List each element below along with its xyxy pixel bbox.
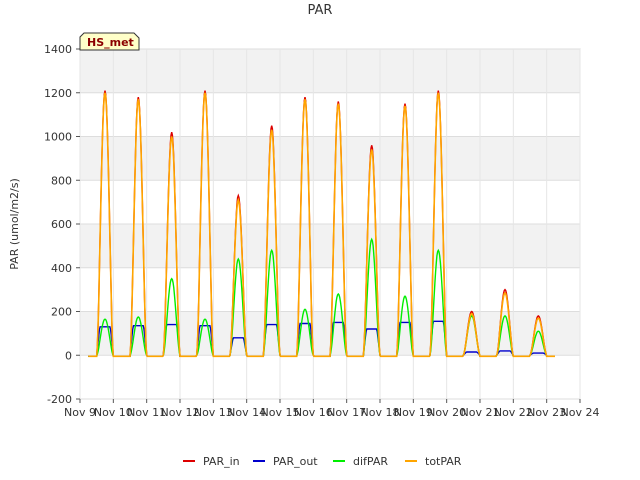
legend-label: PAR_out bbox=[273, 455, 318, 468]
y-tick-label: 800 bbox=[51, 174, 72, 187]
plot-band bbox=[80, 136, 580, 181]
y-tick-label: 1200 bbox=[44, 87, 72, 100]
x-tick-label: Nov 9 bbox=[64, 406, 96, 419]
plot-band bbox=[80, 224, 580, 268]
legend-label: PAR_in bbox=[203, 455, 240, 468]
chart-title: PAR bbox=[308, 3, 333, 18]
legend-item-par-out: PAR_out bbox=[253, 455, 318, 468]
legend-item-difpar: difPAR bbox=[333, 455, 388, 468]
y-tick-label: 600 bbox=[51, 218, 72, 231]
legend-item-totpar: totPAR bbox=[405, 455, 462, 468]
y-tick-label: 1000 bbox=[44, 131, 72, 144]
legend-item-par-in: PAR_in bbox=[183, 455, 240, 468]
legend: PAR_in PAR_out difPAR totPAR bbox=[183, 455, 462, 468]
y-tick-label: 200 bbox=[51, 306, 72, 319]
plot-band bbox=[80, 49, 580, 93]
par-chart: PAR -2000200400600800100012001400 Nov 9N… bbox=[8, 3, 599, 468]
y-axis-label: PAR (umol/m2/s) bbox=[8, 178, 21, 270]
x-axis-ticks: Nov 9Nov 10Nov 11Nov 12Nov 13Nov 14Nov 1… bbox=[64, 399, 599, 419]
station-badge: HS_met bbox=[79, 32, 140, 51]
y-tick-label: 1400 bbox=[44, 43, 72, 56]
y-axis-ticks: -200 0 200 400 600 800 1000 1200 1400 bbox=[44, 43, 80, 406]
y-tick-label: -200 bbox=[47, 393, 72, 406]
y-tick-label: 400 bbox=[51, 262, 72, 275]
legend-label: totPAR bbox=[425, 455, 462, 468]
station-badge-label: HS_met bbox=[87, 36, 134, 49]
x-tick-label: Nov 24 bbox=[561, 406, 600, 419]
y-tick-label: 0 bbox=[65, 349, 72, 362]
legend-label: difPAR bbox=[353, 455, 388, 468]
